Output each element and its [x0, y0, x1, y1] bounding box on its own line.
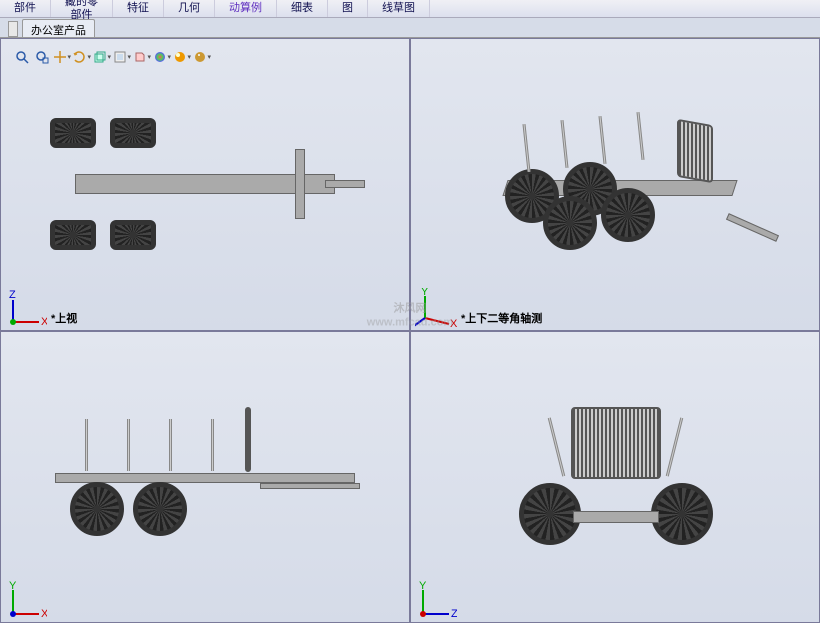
view-label: *上视	[51, 310, 77, 326]
menu-motion[interactable]: 动算例	[215, 0, 277, 17]
viewport-isometric[interactable]: XY *上下二等角轴测	[410, 38, 820, 331]
svg-text:Y: Y	[9, 580, 17, 592]
render-icon[interactable]	[193, 48, 211, 66]
view-triad: XY	[415, 288, 457, 330]
svg-text:X: X	[450, 318, 457, 330]
document-tab[interactable]: 办公室产品	[22, 19, 95, 37]
menu-drawing[interactable]: 图	[328, 0, 368, 17]
heads-up-toolbar	[13, 47, 211, 67]
menu-parts[interactable]: 部件	[0, 0, 51, 17]
box-icon[interactable]	[93, 48, 111, 66]
view-label: *上下二等角轴测	[461, 310, 542, 326]
view-triad: XY	[5, 580, 47, 622]
menu-sketch[interactable]: 线草图	[368, 0, 430, 17]
svg-text:X: X	[41, 316, 47, 328]
menu-geometry[interactable]: 几何	[164, 0, 215, 17]
document-tab-bar: 办公室产品	[0, 18, 820, 38]
menu-bar: 部件 藏的零 部件 特征 几何 动算例 细表 图 线草图	[0, 0, 820, 18]
svg-text:Y: Y	[421, 288, 429, 298]
rotate-icon[interactable]	[73, 48, 91, 66]
svg-text:Z: Z	[9, 289, 16, 301]
zoom-fit-icon[interactable]	[33, 48, 51, 66]
svg-text:X: X	[41, 608, 47, 620]
section-icon[interactable]	[113, 48, 131, 66]
paint-icon[interactable]	[133, 48, 151, 66]
viewport-side[interactable]: XY	[0, 331, 410, 623]
scene-icon[interactable]	[173, 48, 191, 66]
view-triad: XZ	[5, 288, 47, 330]
appearance-icon[interactable]	[153, 48, 171, 66]
menu-detail[interactable]: 细表	[277, 0, 328, 17]
viewport-top[interactable]: XZ *上视	[0, 38, 410, 331]
menu-features[interactable]: 特征	[113, 0, 164, 17]
tab-list-handle[interactable]	[8, 21, 18, 37]
viewport-grid: XZ *上视 XY *上下二等角轴测	[0, 38, 820, 623]
view-triad: ZY	[415, 580, 457, 622]
svg-text:Z: Z	[451, 608, 457, 620]
pan-icon[interactable]	[53, 48, 71, 66]
viewport-rear[interactable]: ZY	[410, 331, 820, 623]
menu-hidden-parts[interactable]: 藏的零 部件	[51, 0, 113, 17]
svg-text:Y: Y	[419, 580, 427, 592]
zoom-in-icon[interactable]	[13, 48, 31, 66]
